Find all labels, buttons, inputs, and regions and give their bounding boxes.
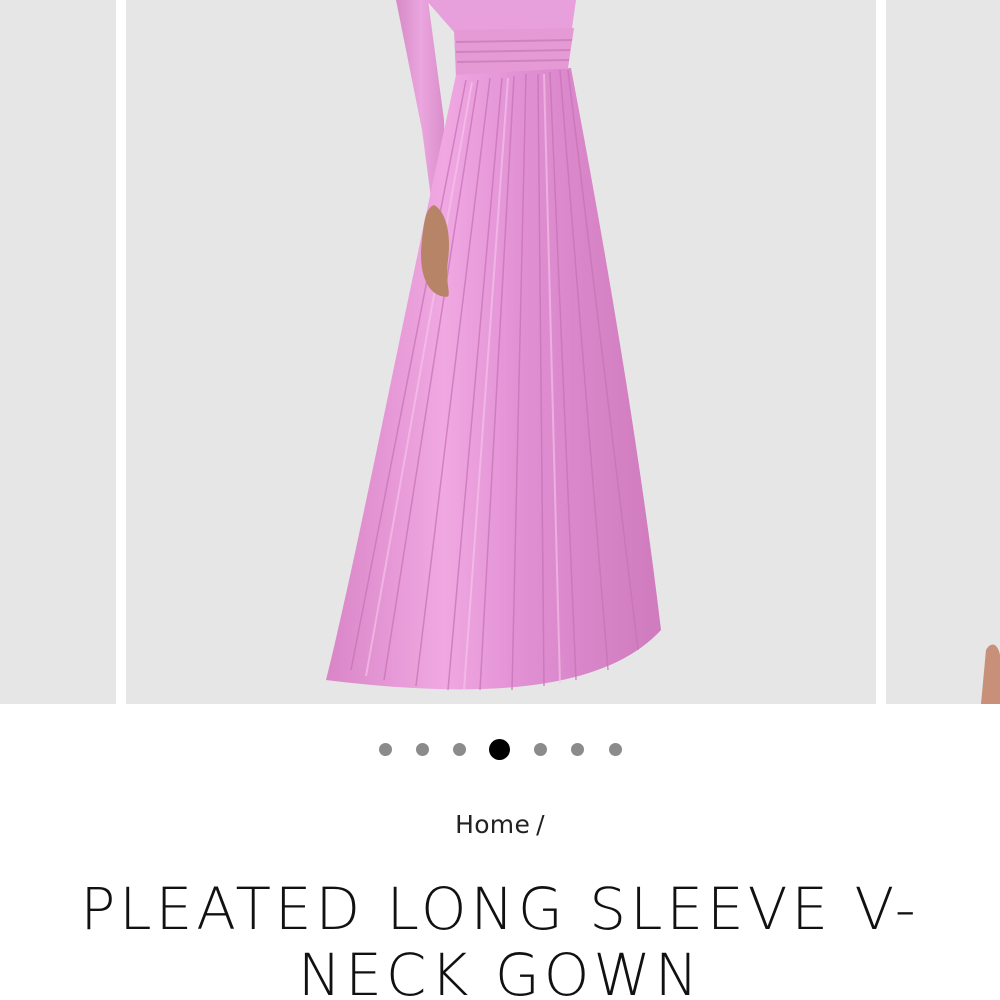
slide-dot-5[interactable] [534,743,547,756]
slide-dot-6[interactable] [571,743,584,756]
breadcrumb-separator: / [536,810,545,839]
product-page: Home / PLEATED LONG SLEEVE V-NECK GOWN [0,0,1000,1000]
gown-image [326,0,661,691]
slide-dot-7[interactable] [609,743,622,756]
next-slide-figure [981,644,1000,704]
breadcrumb-home-link[interactable]: Home [455,810,530,839]
product-image-gallery[interactable] [0,0,1000,704]
product-title: PLEATED LONG SLEEVE V-NECK GOWN [80,875,920,1000]
previous-slide-image[interactable] [0,0,116,704]
slide-dot-4-active[interactable] [489,739,510,760]
slide-dot-2[interactable] [416,743,429,756]
product-image-main[interactable] [126,0,876,704]
slide-dot-1[interactable] [379,743,392,756]
next-slide-image[interactable] [886,0,1000,704]
slide-pagination [0,738,1000,762]
slide-dot-3[interactable] [453,743,466,756]
breadcrumb: Home / [0,810,1000,839]
